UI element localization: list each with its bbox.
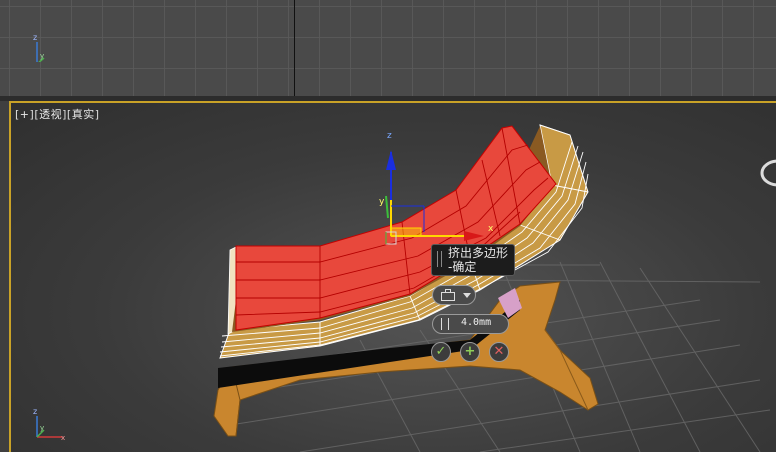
offscreen-object (760, 159, 776, 187)
axis-x-label: x (61, 434, 65, 442)
caddy-drag-handle[interactable] (437, 251, 442, 267)
height-icon (441, 318, 449, 330)
plus-icon: + (464, 344, 476, 359)
dropdown-caret-icon (463, 293, 471, 298)
caddy-title-line2: -确定 (448, 260, 477, 274)
axis-z-label: z (33, 407, 37, 416)
caddy-title: 挤出多边形 -确定 (448, 246, 514, 274)
extrusion-type-icon (441, 289, 455, 301)
gizmo-y-label: y (379, 197, 385, 207)
cancel-button[interactable]: ✕ (489, 342, 509, 362)
gizmo-x-label: x (488, 224, 494, 234)
extrusion-type-dropdown[interactable] (432, 285, 476, 305)
extrude-polygons-caddy[interactable]: 挤出多边形 -确定 (431, 244, 515, 276)
checkmark-icon: ✓ (435, 344, 447, 359)
extrusion-height-field[interactable]: 4.0mm (432, 314, 509, 334)
caddy-title-line1: 挤出多边形 (448, 246, 509, 260)
close-icon: ✕ (493, 344, 505, 359)
axis-tripod-icon: z y x (33, 407, 65, 442)
ok-button[interactable]: ✓ (431, 342, 451, 362)
scene-canvas[interactable]: z y x z y x (0, 0, 776, 452)
height-value[interactable]: 4.0mm (461, 317, 491, 328)
gizmo-z-label: z (387, 131, 392, 141)
axis-y-label: y (40, 424, 44, 432)
apply-continue-button[interactable]: + (460, 342, 480, 362)
